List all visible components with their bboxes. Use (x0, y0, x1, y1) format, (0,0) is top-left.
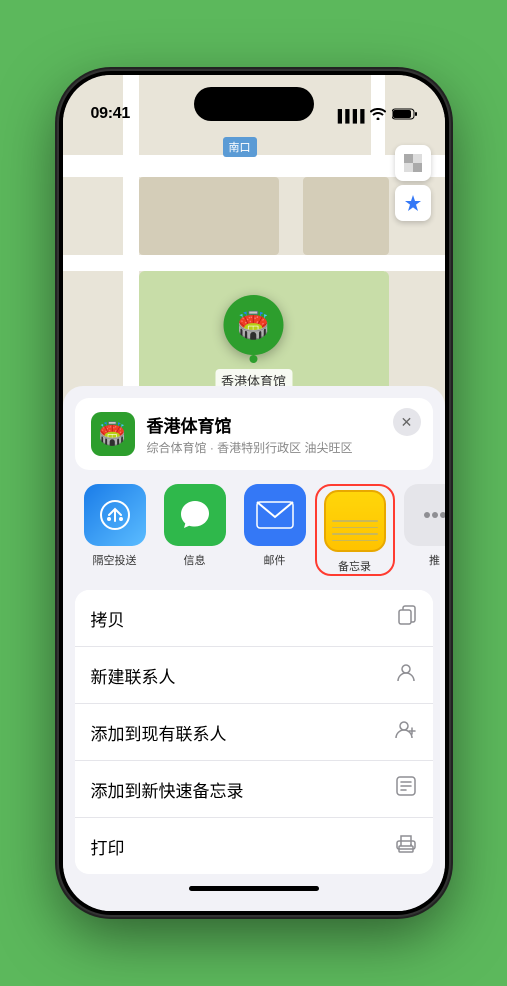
notes-line1 (332, 520, 378, 522)
venue-subtitle: 综合体育馆 · 香港特别行政区 油尖旺区 (147, 439, 353, 456)
share-item-mail[interactable]: 邮件 (235, 484, 315, 576)
action-add-existing[interactable]: 添加到现有联系人 (75, 704, 433, 761)
map-block1 (139, 177, 279, 255)
share-row: 隔空投送 信息 邮件 (63, 470, 445, 582)
action-list: 拷贝 新建联系人 添加到现有联系人 (75, 590, 433, 874)
notes-label: 备忘录 (338, 558, 371, 574)
location-button[interactable] (395, 185, 431, 221)
phone-frame: 09:41 ▐▐▐▐ 南口 (59, 71, 449, 915)
action-print[interactable]: 打印 (75, 818, 433, 874)
status-time: 09:41 (91, 105, 130, 123)
share-item-airdrop[interactable]: 隔空投送 (75, 484, 155, 576)
mail-icon (244, 484, 306, 546)
action-add-existing-label: 添加到现有联系人 (91, 720, 227, 745)
venue-name: 香港体育馆 (147, 412, 353, 437)
action-new-contact[interactable]: 新建联系人 (75, 647, 433, 704)
notes-line4 (332, 540, 378, 542)
airdrop-icon (84, 484, 146, 546)
signal-icon: ▐▐▐▐ (333, 109, 363, 123)
person-add-icon (395, 718, 417, 746)
battery-icon (392, 108, 417, 123)
action-add-note[interactable]: 添加到新快速备忘录 (75, 761, 433, 818)
venue-text: 香港体育馆 综合体育馆 · 香港特别行政区 油尖旺区 (147, 412, 353, 456)
status-icons: ▐▐▐▐ (333, 108, 416, 123)
more-label: 推 (429, 552, 440, 568)
map-block2 (303, 177, 389, 255)
airdrop-label: 隔空投送 (93, 552, 137, 568)
map-controls (395, 145, 431, 223)
venue-info-card: 🏟️ 香港体育馆 综合体育馆 · 香港特别行政区 油尖旺区 ✕ (75, 398, 433, 470)
phone-inner: 09:41 ▐▐▐▐ 南口 (63, 75, 445, 911)
venue-pin: 🏟️ 香港体育馆 (215, 295, 292, 392)
map-north-label: 南口 (223, 137, 257, 157)
wifi-icon (370, 108, 386, 123)
action-print-label: 打印 (91, 834, 125, 859)
map-type-button[interactable] (395, 145, 431, 181)
action-copy[interactable]: 拷贝 (75, 590, 433, 647)
messages-icon (164, 484, 226, 546)
person-icon (395, 661, 417, 689)
share-item-more[interactable]: 推 (395, 484, 445, 576)
close-button[interactable]: ✕ (393, 408, 421, 436)
action-add-note-label: 添加到新快速备忘录 (91, 777, 244, 802)
messages-label: 信息 (184, 552, 206, 568)
bottom-sheet: 🏟️ 香港体育馆 综合体育馆 · 香港特别行政区 油尖旺区 ✕ 隔空投送 (63, 386, 445, 911)
notes-icon (324, 490, 386, 552)
print-icon (395, 832, 417, 860)
copy-icon (395, 604, 417, 632)
share-item-messages[interactable]: 信息 (155, 484, 235, 576)
mail-label: 邮件 (264, 552, 286, 568)
action-copy-label: 拷贝 (91, 606, 125, 631)
notes-line2 (332, 527, 378, 529)
map-road-h2 (63, 255, 445, 271)
more-icon (404, 484, 445, 546)
home-indicator (189, 886, 319, 891)
pin-circle: 🏟️ (223, 295, 283, 355)
note-icon (395, 775, 417, 803)
notes-lines (332, 520, 378, 541)
action-new-contact-label: 新建联系人 (91, 663, 176, 688)
notes-line3 (332, 533, 378, 535)
map-road-h1 (63, 155, 445, 177)
venue-icon: 🏟️ (91, 412, 135, 456)
share-item-notes[interactable]: 备忘录 (315, 484, 395, 576)
dynamic-island (194, 87, 314, 121)
